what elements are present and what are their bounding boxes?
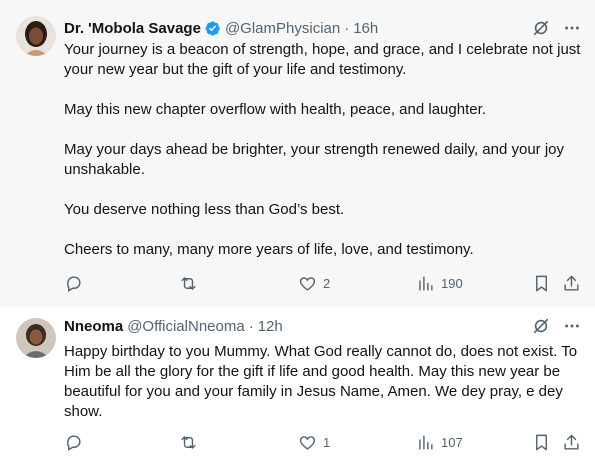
tweet-paragraph: Happy birthday to you Mummy. What God re… xyxy=(64,343,578,420)
avatar[interactable] xyxy=(16,318,56,358)
timestamp[interactable]: 12h xyxy=(258,318,283,335)
bookmark-icon xyxy=(536,434,547,450)
tweet-text: Your journey is a beacon of strength, ho… xyxy=(64,40,581,260)
action-bar: 2 190 xyxy=(64,273,581,293)
verified-badge-icon xyxy=(204,20,221,37)
like-button[interactable]: 2 xyxy=(298,274,330,293)
views-button[interactable]: 107 xyxy=(416,433,463,452)
tweet-paragraph: May this new chapter overflow with healt… xyxy=(64,101,486,118)
repost-button[interactable] xyxy=(179,433,204,452)
repost-icon xyxy=(181,276,196,290)
separator-dot: · xyxy=(248,317,254,335)
share-button[interactable] xyxy=(562,274,581,293)
share-icon xyxy=(564,275,579,291)
grok-icon[interactable] xyxy=(531,317,550,336)
heart-icon xyxy=(299,276,316,291)
bookmark-button[interactable] xyxy=(532,274,551,293)
heart-icon xyxy=(299,435,316,450)
tweet-text: Happy birthday to you Mummy. What God re… xyxy=(64,342,581,422)
repost-button[interactable] xyxy=(179,274,204,293)
like-button[interactable]: 1 xyxy=(298,433,330,452)
tweet-header: Nneoma @OfficialNneoma · 12h xyxy=(64,316,581,336)
like-count: 2 xyxy=(323,275,331,291)
tweet-header: Dr. 'Mobola Savage @GlamPhysician · 16h xyxy=(64,18,581,38)
action-bar: 1 107 xyxy=(64,432,581,452)
reply-icon xyxy=(67,434,81,451)
share-icon xyxy=(564,434,579,450)
tweet-2[interactable]: Nneoma @OfficialNneoma · 12h Happy birth… xyxy=(0,306,595,474)
author-handle[interactable]: @GlamPhysician xyxy=(225,20,340,37)
grok-icon[interactable] xyxy=(531,19,550,38)
more-icon[interactable] xyxy=(562,317,581,336)
like-count: 1 xyxy=(323,434,331,450)
views-icon xyxy=(419,275,433,291)
views-icon xyxy=(419,434,433,450)
views-button[interactable]: 190 xyxy=(416,274,463,293)
view-count: 107 xyxy=(441,434,463,450)
more-icon[interactable] xyxy=(562,19,581,38)
author-handle[interactable]: @OfficialNneoma xyxy=(127,318,245,335)
reply-icon xyxy=(67,275,81,292)
bookmark-icon xyxy=(536,275,547,291)
share-button[interactable] xyxy=(562,433,581,452)
tweet-paragraph: You deserve nothing less than God’s best… xyxy=(64,201,345,218)
repost-icon xyxy=(181,435,196,449)
separator-dot: · xyxy=(344,19,350,37)
timestamp[interactable]: 16h xyxy=(353,20,378,37)
reply-button[interactable] xyxy=(64,433,89,452)
author-name[interactable]: Nneoma xyxy=(64,318,123,335)
bookmark-button[interactable] xyxy=(532,433,551,452)
view-count: 190 xyxy=(441,275,463,291)
tweet-paragraph: Your journey is a beacon of strength, ho… xyxy=(64,41,581,78)
author-name[interactable]: Dr. 'Mobola Savage xyxy=(64,20,201,37)
reply-button[interactable] xyxy=(64,274,89,293)
avatar[interactable] xyxy=(16,16,56,56)
tweet-paragraph: May your days ahead be brighter, your st… xyxy=(64,141,565,178)
tweet-1[interactable]: Dr. 'Mobola Savage @GlamPhysician · 16h … xyxy=(0,0,595,305)
tweet-paragraph: Cheers to many, many more years of life,… xyxy=(64,241,474,258)
